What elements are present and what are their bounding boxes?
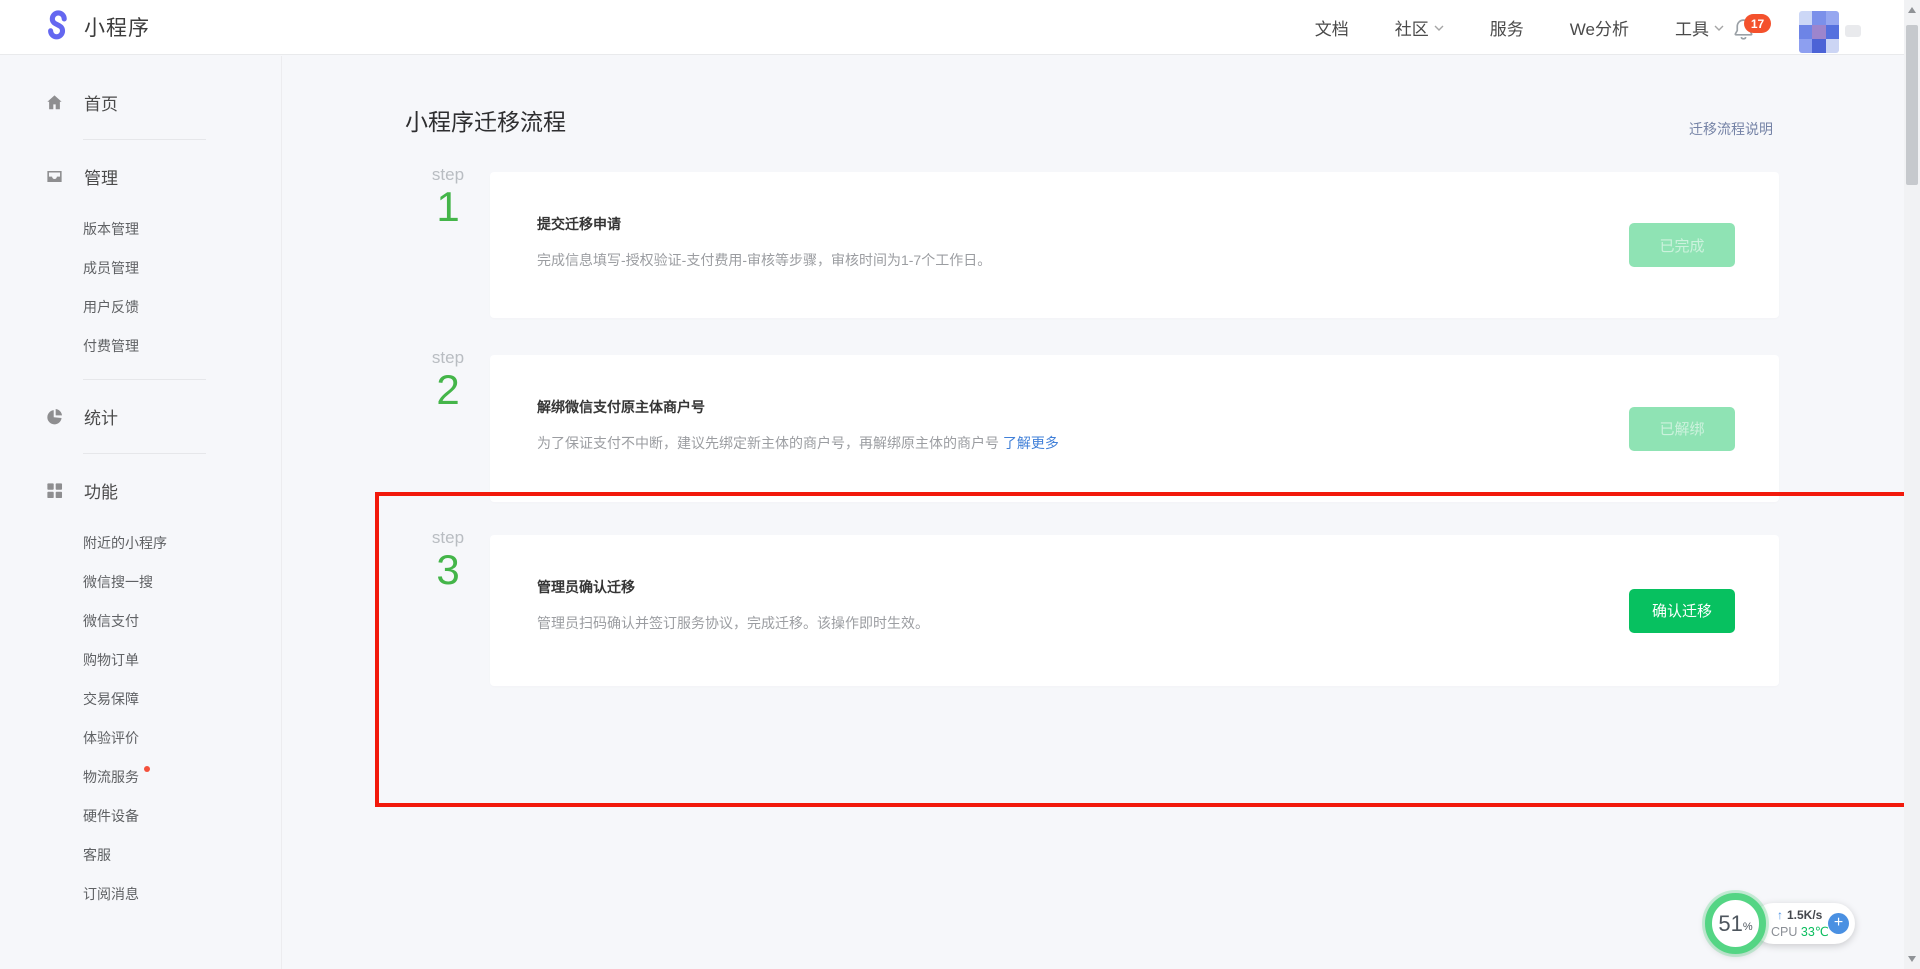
sidebar-item-hardware-device[interactable]: 硬件设备 — [0, 797, 281, 836]
confirm-migration-button[interactable]: 确认迁移 — [1629, 589, 1735, 633]
memory-usage-ball[interactable]: 51% — [1705, 893, 1766, 954]
sidebar-manage-sublist: 版本管理 成员管理 用户反馈 付费管理 — [0, 210, 281, 366]
step-1-card: 提交迁移申请 完成信息填写-授权验证-支付费用-审核等步骤，审核时间为1-7个工… — [490, 172, 1779, 318]
sidebar-item-subscribe-message[interactable]: 订阅消息 — [0, 875, 281, 914]
sidebar: 首页 管理 版本管理 成员管理 用户反馈 付费管理 统计 功能 附近的小 — [0, 56, 282, 969]
top-nav: 文档 社区 服务 We分析 工具 — [1315, 0, 1724, 55]
sidebar-item-member-manage[interactable]: 成员管理 — [0, 249, 281, 288]
sidebar-divider — [83, 453, 206, 454]
chevron-down-icon — [1714, 23, 1724, 33]
sidebar-item-wechat-search[interactable]: 微信搜一搜 — [0, 563, 281, 602]
new-badge-dot — [144, 766, 150, 772]
step-3-description: 管理员扫码确认并签订服务协议，完成迁移。该操作即时生效。 — [537, 613, 929, 633]
sidebar-item-features[interactable]: 功能 — [0, 466, 281, 514]
step-1-label: step 1 — [420, 165, 476, 229]
step-1-title: 提交迁移申请 — [537, 214, 621, 234]
cpu-status: CPU 33℃ — [1771, 924, 1829, 939]
step-2-status-button[interactable]: 已解绑 — [1629, 407, 1735, 451]
miniprogram-logo-icon — [40, 10, 74, 44]
upload-arrow-icon: ↑ — [1777, 908, 1783, 922]
nav-we-analysis[interactable]: We分析 — [1570, 15, 1629, 40]
avatar[interactable] — [1799, 11, 1839, 53]
sidebar-item-statistics[interactable]: 统计 — [0, 392, 281, 440]
notification-badge: 17 — [1744, 14, 1771, 33]
sidebar-item-customer-service[interactable]: 客服 — [0, 836, 281, 875]
nav-tools[interactable]: 工具 — [1675, 15, 1724, 40]
grid-icon — [45, 481, 64, 500]
sidebar-features-sublist: 附近的小程序 微信搜一搜 微信支付 购物订单 交易保障 体验评价 物流服务 硬件… — [0, 524, 281, 914]
top-header: 小程序 文档 社区 服务 We分析 工具 17 — [0, 0, 1920, 55]
sidebar-item-logistics-service[interactable]: 物流服务 — [0, 758, 281, 797]
notifications-button[interactable]: 17 — [1731, 14, 1777, 44]
sidebar-item-shopping-orders[interactable]: 购物订单 — [0, 641, 281, 680]
page-title: 小程序迁移流程 — [405, 103, 566, 137]
chevron-down-icon — [1434, 23, 1444, 33]
pie-chart-icon — [45, 407, 64, 426]
scroll-up-icon[interactable] — [1908, 7, 1916, 13]
step-2-label: step 2 — [420, 348, 476, 412]
sidebar-item-home[interactable]: 首页 — [0, 78, 281, 126]
step-3-card: 管理员确认迁移 管理员扫码确认并签订服务协议，完成迁移。该操作即时生效。 确认迁… — [490, 535, 1779, 686]
sidebar-item-trade-guarantee[interactable]: 交易保障 — [0, 680, 281, 719]
step-2-card: 解绑微信支付原主体商户号 为了保证支付不中断，建议先绑定新主体的商户号，再解绑原… — [490, 355, 1779, 502]
step-1-description: 完成信息填写-授权验证-支付费用-审核等步骤，审核时间为1-7个工作日。 — [537, 250, 991, 270]
nav-service[interactable]: 服务 — [1490, 15, 1524, 40]
step-3-label: step 3 — [420, 528, 476, 592]
sidebar-item-nearby-miniprogram[interactable]: 附近的小程序 — [0, 524, 281, 563]
plus-icon[interactable]: + — [1828, 913, 1849, 934]
sidebar-divider — [83, 139, 206, 140]
app-logo[interactable]: 小程序 — [40, 10, 150, 44]
step-2-title: 解绑微信支付原主体商户号 — [537, 397, 705, 417]
network-speed: ↑1.5K/s — [1777, 908, 1822, 922]
step-1-status-button[interactable]: 已完成 — [1629, 223, 1735, 267]
inbox-icon — [45, 167, 64, 186]
learn-more-link[interactable]: 了解更多 — [1003, 435, 1059, 451]
home-icon — [45, 93, 64, 112]
sidebar-item-version-manage[interactable]: 版本管理 — [0, 210, 281, 249]
scroll-down-icon[interactable] — [1908, 956, 1916, 962]
sidebar-item-pay-manage[interactable]: 付费管理 — [0, 327, 281, 366]
step-2-description: 为了保证支付不中断，建议先绑定新主体的商户号，再解绑原主体的商户号 了解更多 — [537, 433, 1059, 453]
avatar-blur-fragment — [1845, 25, 1861, 37]
sidebar-item-user-feedback[interactable]: 用户反馈 — [0, 288, 281, 327]
nav-docs[interactable]: 文档 — [1315, 15, 1349, 40]
app-title: 小程序 — [84, 12, 150, 42]
migration-help-link[interactable]: 迁移流程说明 — [1689, 119, 1773, 139]
sidebar-item-experience-rating[interactable]: 体验评价 — [0, 719, 281, 758]
sidebar-item-manage[interactable]: 管理 — [0, 152, 281, 200]
scrollbar-thumb[interactable] — [1906, 25, 1918, 185]
sidebar-item-wechat-pay[interactable]: 微信支付 — [0, 602, 281, 641]
page: 小程序 文档 社区 服务 We分析 工具 17 — [0, 0, 1920, 969]
sidebar-divider — [83, 379, 206, 380]
system-monitor-pill[interactable]: ↑1.5K/s CPU 33℃ + — [1753, 903, 1855, 944]
step-3-title: 管理员确认迁移 — [537, 577, 635, 597]
nav-community[interactable]: 社区 — [1395, 15, 1444, 40]
vertical-scrollbar[interactable] — [1904, 0, 1920, 969]
